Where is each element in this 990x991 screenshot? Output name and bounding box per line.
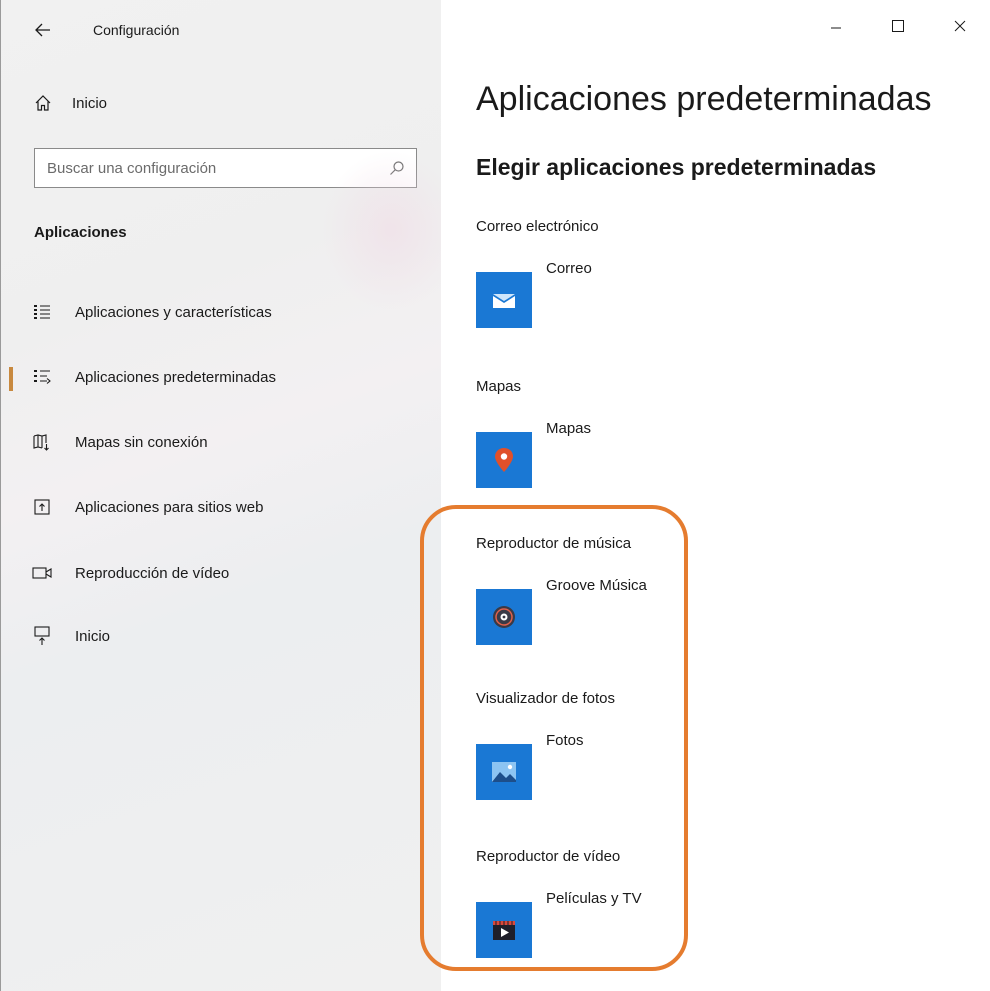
category-label-photos: Visualizador de fotos	[476, 690, 615, 707]
sidebar-item-video-playback[interactable]: Reproducción de vídeo	[1, 551, 441, 595]
default-apps-icon	[32, 367, 52, 387]
app-name: Mapas	[546, 420, 592, 437]
home-icon	[35, 95, 51, 111]
section-title: Aplicaciones	[34, 224, 127, 241]
maximize-button[interactable]	[867, 0, 929, 52]
sidebar-item-startup[interactable]: Inicio	[1, 614, 441, 658]
back-button[interactable]	[31, 18, 55, 42]
search-icon[interactable]	[382, 160, 412, 176]
default-app-video[interactable]: Películas y TV	[476, 890, 776, 958]
app-name: Groove Música	[546, 577, 647, 594]
sidebar-item-label: Aplicaciones para sitios web	[75, 498, 264, 516]
page-title: Aplicaciones predeterminadas	[476, 80, 932, 118]
home-link[interactable]: Inicio	[34, 94, 107, 112]
minimize-button[interactable]	[805, 0, 867, 52]
minimize-icon	[831, 27, 841, 29]
window-controls	[805, 0, 990, 52]
search-box	[34, 148, 417, 188]
maps-pin-icon	[476, 432, 532, 488]
photos-icon	[476, 744, 532, 800]
app-name: Fotos	[546, 732, 584, 749]
sidebar-item-label: Reproducción de vídeo	[75, 564, 230, 582]
settings-window: Configuración Inicio Aplicaciones	[0, 0, 990, 991]
sidebar-item-label: Mapas sin conexión	[75, 433, 208, 451]
search-input[interactable]	[35, 148, 382, 188]
back-arrow-icon	[35, 23, 50, 37]
mail-icon	[476, 272, 532, 328]
video-playback-icon	[32, 563, 52, 583]
close-button[interactable]	[929, 0, 990, 52]
sidebar-item-label: Aplicaciones predeterminadas	[75, 368, 276, 386]
groove-music-icon	[476, 589, 532, 645]
sidebar-item-apps-features[interactable]: Aplicaciones y características	[1, 290, 441, 334]
offline-maps-icon	[32, 432, 52, 452]
close-icon	[954, 20, 966, 32]
sidebar-item-label: Aplicaciones y características	[75, 303, 272, 321]
section-subtitle: Elegir aplicaciones predeterminadas	[476, 154, 877, 180]
apps-list-icon	[32, 302, 52, 322]
category-label-video: Reproductor de vídeo	[476, 848, 621, 865]
app-title: Configuración	[93, 22, 180, 38]
default-app-maps[interactable]: Mapas	[476, 420, 776, 488]
startup-icon	[32, 626, 52, 646]
website-apps-icon	[32, 497, 52, 517]
category-label-email: Correo electrónico	[476, 218, 599, 235]
app-name: Películas y TV	[546, 890, 642, 907]
home-label: Inicio	[72, 94, 108, 112]
sidebar: Configuración Inicio Aplicaciones	[1, 0, 461, 991]
sidebar-item-label: Inicio	[75, 627, 111, 645]
movies-tv-icon	[476, 902, 532, 958]
app-name: Correo	[546, 260, 592, 277]
sidebar-item-offline-maps[interactable]: Mapas sin conexión	[1, 420, 441, 464]
category-label-maps: Mapas	[476, 378, 522, 395]
sidebar-item-default-apps[interactable]: Aplicaciones predeterminadas	[1, 355, 441, 399]
category-label-music: Reproductor de música	[476, 535, 632, 552]
sidebar-item-website-apps[interactable]: Aplicaciones para sitios web	[1, 485, 441, 529]
default-app-photos[interactable]: Fotos	[476, 732, 776, 800]
main-content: Aplicaciones predeterminadas Elegir apli…	[441, 0, 990, 991]
default-app-music[interactable]: Groove Música	[476, 577, 776, 645]
maximize-icon	[892, 20, 904, 32]
default-app-email[interactable]: Correo	[476, 260, 776, 328]
